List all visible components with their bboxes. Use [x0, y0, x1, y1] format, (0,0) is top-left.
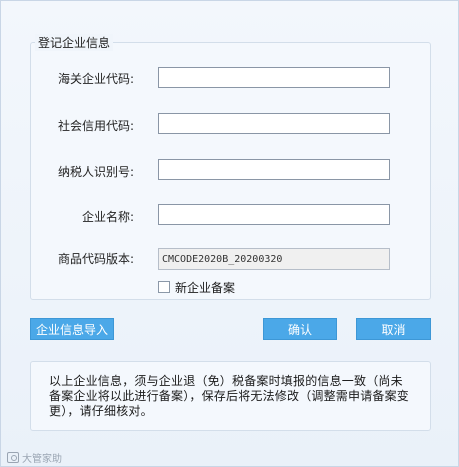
credit-code-input[interactable]	[158, 113, 390, 134]
company-name-input[interactable]	[158, 204, 390, 225]
product-code-version-field	[158, 248, 390, 270]
product-code-version-label: 商品代码版本:	[57, 252, 134, 266]
new-enterprise-checkbox[interactable]	[158, 281, 170, 293]
watermark-text: 大管家助	[22, 454, 62, 465]
customs-code-label: 海关企业代码:	[57, 72, 134, 86]
credit-code-label: 社会信用代码:	[57, 119, 134, 133]
taxpayer-id-input[interactable]	[158, 159, 390, 180]
watermark: 大管家助	[7, 450, 62, 465]
watermark-logo-icon	[7, 452, 19, 463]
enterprise-registration-window: 登记企业信息 海关企业代码: 社会信用代码: 纳税人识别号: 企业名称: 商品代…	[0, 0, 459, 467]
confirm-button[interactable]: 确认	[263, 318, 337, 340]
new-enterprise-label: 新企业备案	[175, 280, 236, 295]
taxpayer-id-label: 纳税人识别号:	[57, 165, 134, 179]
cancel-button[interactable]: 取消	[356, 318, 431, 340]
company-name-label: 企业名称:	[81, 210, 134, 224]
new-enterprise-checkbox-row[interactable]: 新企业备案	[158, 280, 236, 295]
import-enterprise-info-button[interactable]: 企业信息导入	[30, 318, 114, 340]
customs-code-input[interactable]	[158, 67, 390, 88]
notice-text: 以上企业信息，须与企业退（免）税备案时填报的信息一致（尚未备案企业将以此进行备案…	[49, 374, 410, 418]
group-title: 登记企业信息	[35, 34, 114, 51]
